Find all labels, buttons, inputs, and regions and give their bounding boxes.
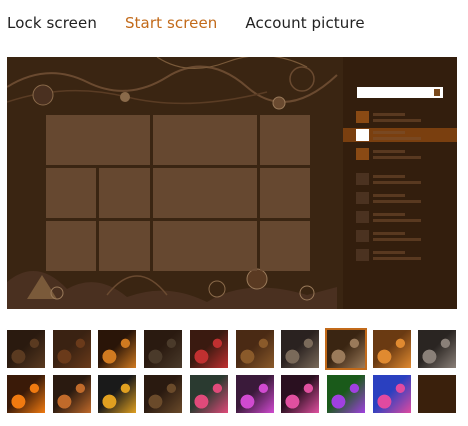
background-thumbnail[interactable]: [373, 330, 411, 368]
preview-tile: [46, 221, 96, 271]
background-thumbnail[interactable]: [418, 375, 456, 413]
preview-tile: [99, 168, 150, 218]
background-thumbnail[interactable]: [327, 375, 365, 413]
tab-start-screen[interactable]: Start screen: [125, 14, 217, 32]
background-thumbnail[interactable]: [190, 375, 228, 413]
background-thumbnail[interactable]: [281, 330, 319, 368]
preview-tile: [99, 221, 150, 271]
preview-tile: [260, 115, 310, 165]
preview-pane-row: [343, 248, 457, 262]
preview-search-box: [357, 87, 443, 98]
preview-tile: [153, 221, 257, 271]
preview-tile: [260, 168, 310, 218]
background-thumbnail[interactable]: [144, 330, 182, 368]
preview-tile: [46, 115, 150, 165]
tab-strip: Lock screen Start screen Account picture: [7, 14, 365, 32]
background-thumbnail[interactable]: [144, 375, 182, 413]
preview-pane-row-selected: [343, 128, 457, 142]
background-thumbnail[interactable]: [98, 330, 136, 368]
background-thumbnail[interactable]: [53, 375, 91, 413]
background-thumbnail[interactable]: [98, 375, 136, 413]
background-thumbnail[interactable]: [325, 328, 367, 370]
preview-tile: [153, 115, 257, 165]
preview-search-pane: [343, 57, 457, 309]
preview-pane-row: [343, 210, 457, 224]
preview-pane-row: [343, 229, 457, 243]
preview-tile: [260, 221, 310, 271]
background-thumbnail[interactable]: [236, 375, 274, 413]
background-thumbnail[interactable]: [281, 375, 319, 413]
preview-tile: [153, 168, 257, 218]
tab-lock-screen[interactable]: Lock screen: [7, 14, 97, 32]
tab-account-picture[interactable]: Account picture: [245, 14, 364, 32]
background-thumbnail[interactable]: [373, 375, 411, 413]
background-thumbnail[interactable]: [418, 330, 456, 368]
background-thumbnail[interactable]: [7, 375, 45, 413]
background-thumbnail[interactable]: [53, 330, 91, 368]
preview-search-icon: [433, 88, 441, 97]
background-thumbnail[interactable]: [7, 330, 45, 368]
preview-pane-row: [343, 191, 457, 205]
start-screen-preview: [7, 57, 457, 309]
preview-pane-row: [343, 110, 457, 124]
preview-pane-row: [343, 147, 457, 161]
preview-tile: [46, 168, 96, 218]
background-thumbnail[interactable]: [236, 330, 274, 368]
preview-pane-row: [343, 172, 457, 186]
background-thumbnail[interactable]: [190, 330, 228, 368]
